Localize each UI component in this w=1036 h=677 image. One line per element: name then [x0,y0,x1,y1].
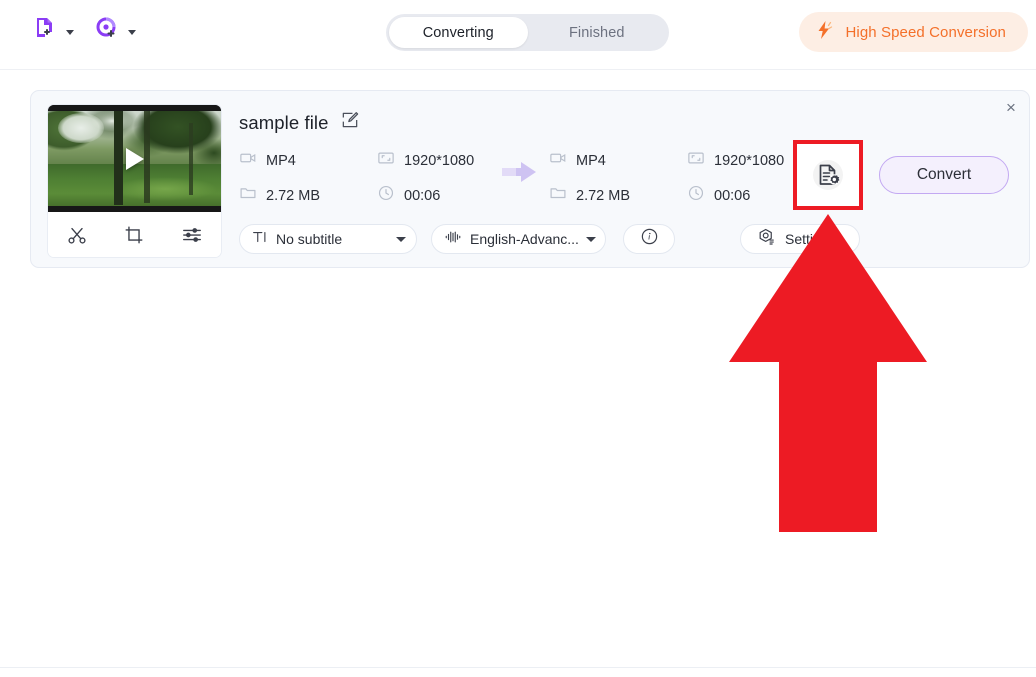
audio-waveform-icon [443,228,463,251]
thumb-grass-highlight [110,176,220,202]
output-settings-button[interactable] [793,140,863,210]
tab-converting[interactable]: Converting [389,17,528,48]
subtitle-selector-label: No subtitle [276,231,343,247]
tab-finished-label: Finished [568,24,625,41]
resolution-icon [687,149,705,172]
target-resolution-label: 1920*1080 [714,152,785,169]
source-duration-label: 00:06 [404,187,441,204]
settings-gear-icon [757,227,776,251]
video-preview[interactable] [48,105,221,212]
file-name-label: sample file [239,111,329,133]
source-size-label: 2.72 MB [266,187,320,204]
play-icon[interactable] [125,147,144,170]
thumb-tree-trunk [114,111,123,205]
video-thumbnail-panel [48,105,221,257]
view-tabs: Converting Finished [386,14,669,51]
source-size: 2.72 MB [239,184,377,207]
chevron-down-icon[interactable] [396,236,406,242]
audio-track-selector[interactable]: English-Advanc... [431,224,606,254]
source-file-info: MP4 1920*1080 2.72 MB 00:06 [239,149,474,207]
source-resolution-label: 1920*1080 [404,152,475,169]
chevron-down-icon[interactable] [66,29,74,35]
high-speed-conversion-button[interactable]: High Speed Conversion [799,12,1028,52]
add-file-icon [30,13,60,48]
media-info-button[interactable] [623,224,675,254]
target-size-label: 2.72 MB [576,187,630,204]
source-resolution: 1920*1080 [377,149,474,172]
remove-task-button[interactable]: × [998,94,1024,120]
tab-finished[interactable]: Finished [528,17,667,48]
resolution-icon [377,149,395,172]
video-camera-icon [239,149,257,172]
effects-sliders-icon[interactable] [175,220,209,250]
audio-track-selector-label: English-Advanc... [470,231,579,247]
high-speed-conversion-label: High Speed Conversion [845,23,1006,41]
header-left-actions [30,13,136,48]
clock-icon [687,184,705,207]
app-header: Converting Finished High Speed Conversio… [0,0,1036,70]
folder-icon [549,184,567,207]
video-camera-icon [549,149,567,172]
target-resolution: 1920*1080 [687,149,784,172]
target-size: 2.72 MB [549,184,687,207]
thumb-tree-trunk [144,111,150,203]
thumb-tree-trunk [189,123,193,195]
bottom-divider [0,667,1036,668]
settings-button-label: Settings [785,231,836,247]
clock-icon [377,184,395,207]
convert-arrow-icon [500,160,540,184]
document-gear-icon [797,144,859,206]
add-record-button[interactable] [92,13,136,48]
thumb-letterbox-top [48,105,221,111]
subtitle-text-icon [251,228,269,251]
edit-pencil-icon[interactable] [340,110,360,135]
target-format-label: MP4 [576,152,606,169]
thumbnail-tools [48,212,221,257]
lightning-bolt-icon [813,19,835,46]
file-name-row: sample file [239,110,360,135]
crop-icon[interactable] [117,220,151,250]
info-circle-icon [640,227,659,251]
add-record-icon [92,13,122,48]
close-icon: × [1006,97,1016,117]
target-file-info: MP4 1920*1080 2.72 MB 00:06 [549,149,784,207]
source-format: MP4 [239,149,377,172]
target-duration-label: 00:06 [714,187,751,204]
chevron-down-icon[interactable] [585,236,596,242]
convert-button[interactable]: Convert [879,156,1009,194]
chevron-down-icon[interactable] [128,29,136,35]
trim-scissors-icon[interactable] [60,220,94,250]
add-file-button[interactable] [30,13,74,48]
settings-button[interactable]: Settings [740,224,860,254]
thumb-sky-gap-2 [92,111,132,131]
subtitle-selector[interactable]: No subtitle [239,224,417,254]
tab-converting-label: Converting [422,24,494,41]
target-format: MP4 [549,149,687,172]
folder-icon [239,184,257,207]
app-window: Converting Finished High Speed Conversio… [0,0,1036,677]
target-duration: 00:06 [687,184,784,207]
source-duration: 00:06 [377,184,474,207]
convert-button-label: Convert [916,166,972,183]
source-format-label: MP4 [266,152,296,169]
